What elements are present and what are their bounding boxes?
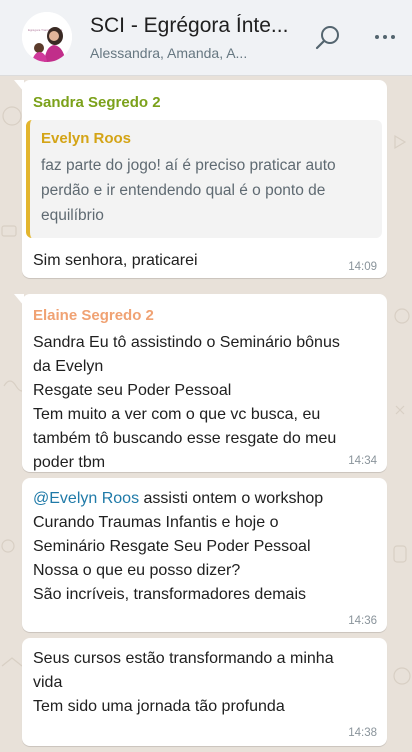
message-line: também tô buscando esse resgate do meu <box>33 430 337 447</box>
message-time: 14:09 <box>348 261 377 273</box>
quoted-line: equilíbrio <box>41 207 104 224</box>
mention-link[interactable]: @Evelyn Roos <box>33 490 139 507</box>
message-time: 14:34 <box>348 455 377 467</box>
message-bubble[interactable]: Elaine Segredo 2 Sandra Eu tô assistindo… <box>14 294 387 475</box>
message-time: 14:38 <box>348 727 377 739</box>
message-line: vida <box>33 674 63 691</box>
message-line: poder tbm <box>33 454 106 471</box>
chat-title[interactable]: SCI - Egrégora Ínte... <box>90 14 290 38</box>
message-bubble[interactable]: Seus cursos estão transformando a minha … <box>22 638 387 746</box>
message-line: Sandra Eu tô assistindo o Seminário bônu… <box>33 334 340 351</box>
message-line: da Evelyn <box>33 358 104 375</box>
bubble-tail <box>14 80 24 92</box>
sender-name[interactable]: Elaine Segredo 2 <box>33 307 154 324</box>
quoted-line: faz parte do jogo! aí é preciso praticar… <box>41 157 336 174</box>
chat-header: Egrégora Transformadora SCI - Egrégora Í… <box>0 0 412 76</box>
sender-name[interactable]: Sandra Segredo 2 <box>33 94 161 111</box>
message-line: Seus cursos estão transformando a minha <box>33 650 334 667</box>
message-line: Tem sido uma jornada tão profunda <box>33 698 285 715</box>
message-text: @Evelyn Roos assisti ontem o workshop Cu… <box>33 487 378 607</box>
message-list[interactable]: Sandra Segredo 2 Evelyn Roos faz parte d… <box>0 76 412 752</box>
search-icon[interactable] <box>314 24 344 54</box>
message-text: Seus cursos estão transformando a minha … <box>33 647 378 719</box>
message-time: 14:36 <box>348 615 377 627</box>
message-line-rest: assisti ontem o workshop <box>139 490 324 507</box>
message-line: Nossa o que eu posso dizer? <box>33 562 241 579</box>
message-bubble[interactable]: Sandra Segredo 2 Evelyn Roos faz parte d… <box>14 80 387 278</box>
quoted-text: faz parte do jogo! aí é preciso praticar… <box>41 153 371 228</box>
message-text: Sim senhora, praticarei <box>33 249 378 273</box>
message-line: Seminário Resgate Seu Poder Pessoal <box>33 538 311 555</box>
message-line: Resgate seu Poder Pessoal <box>33 382 232 399</box>
chat-participants[interactable]: Alessandra, Amanda, A... <box>90 45 280 61</box>
quoted-message[interactable]: Evelyn Roos faz parte do jogo! aí é prec… <box>26 120 382 238</box>
more-vertical-icon[interactable] <box>372 24 402 54</box>
message-line: São incríveis, transformadores demais <box>33 586 306 603</box>
group-avatar[interactable]: Egrégora Transformadora <box>22 12 72 62</box>
bubble-tail <box>14 294 24 306</box>
message-line: Sim senhora, praticarei <box>33 252 198 269</box>
message-line: Tem muito a ver com o que vc busca, eu <box>33 406 321 423</box>
quoted-line: perdão e ir entendendo qual é o ponto de <box>41 182 326 199</box>
message-line: @Evelyn Roos assisti ontem o workshop <box>33 487 378 511</box>
message-bubble[interactable]: @Evelyn Roos assisti ontem o workshop Cu… <box>22 478 387 632</box>
message-line: Curando Traumas Infantis e hoje o <box>33 514 279 531</box>
quoted-sender-name: Evelyn Roos <box>41 130 132 147</box>
message-text: Sandra Eu tô assistindo o Seminário bônu… <box>33 331 378 475</box>
